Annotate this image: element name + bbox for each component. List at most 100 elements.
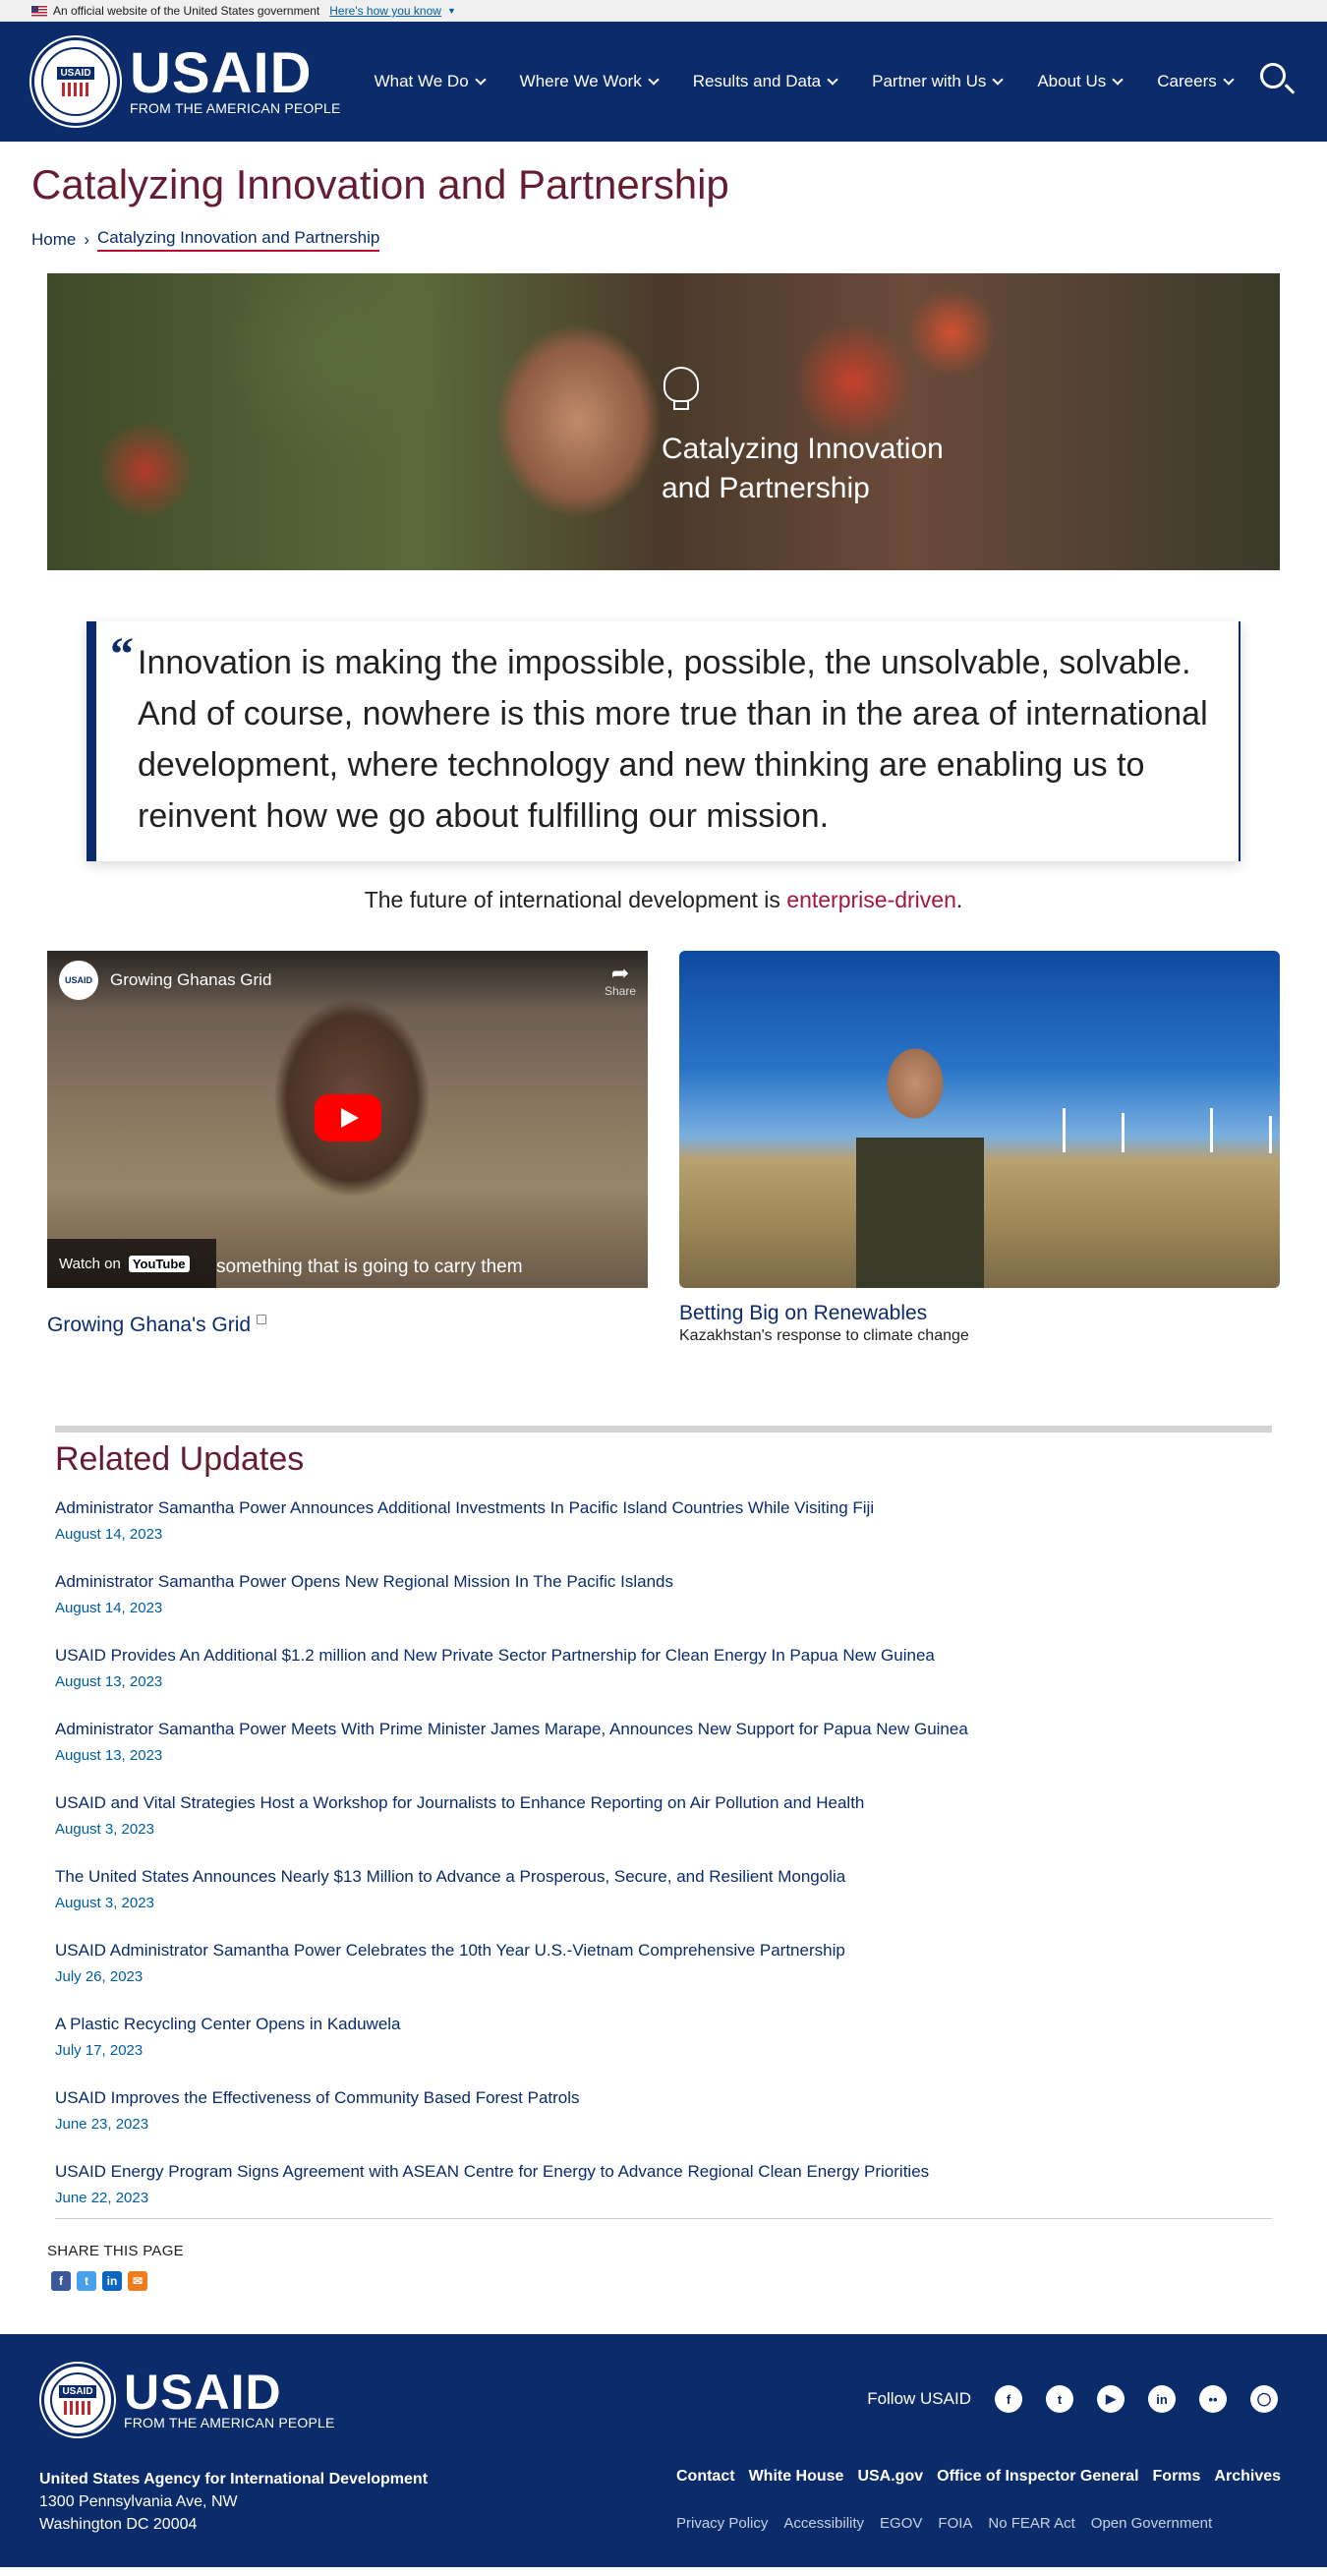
update-link[interactable]: USAID and Vital Strategies Host a Worksh… — [55, 1793, 864, 1812]
footer-link-open-government[interactable]: Open Government — [1091, 2515, 1212, 2532]
footer-link-accessibility[interactable]: Accessibility — [783, 2515, 864, 2532]
share-this-page-label: SHARE THIS PAGE — [47, 2243, 184, 2259]
nav-where-we-work[interactable]: Where We Work — [520, 72, 660, 91]
update-link[interactable]: USAID Administrator Samantha Power Celeb… — [55, 1941, 845, 1960]
update-link[interactable]: USAID Improves the Effectiveness of Comm… — [55, 2088, 580, 2107]
chevron-down-icon — [648, 74, 660, 86]
enterprise-driven-link[interactable]: enterprise-driven — [786, 887, 956, 912]
update-link[interactable]: Administrator Samantha Power Opens New R… — [55, 1572, 673, 1591]
twitter-icon[interactable]: t — [77, 2271, 96, 2291]
hero-line-2: and Partnership — [662, 472, 870, 504]
footer-logo-link[interactable]: USAID USAID FROM THE AMERICAN PEOPLE — [41, 2364, 335, 2436]
update-date: June 23, 2023 — [55, 2116, 149, 2133]
nav-partner-with-us[interactable]: Partner with Us — [872, 72, 1005, 91]
footer-link-oig[interactable]: Office of Inspector General — [937, 2468, 1138, 2486]
renewables-photo[interactable] — [679, 951, 1280, 1288]
home-logo-link[interactable]: USAID USAID FROM THE AMERICAN PEOPLE — [31, 37, 341, 126]
facebook-icon[interactable]: f — [995, 2385, 1022, 2413]
footer-link-privacy[interactable]: Privacy Policy — [676, 2515, 768, 2532]
follow-label: Follow USAID — [867, 2389, 971, 2408]
update-link[interactable]: USAID Provides An Additional $1.2 millio… — [55, 1646, 935, 1665]
nav-what-we-do[interactable]: What We Do — [375, 72, 487, 91]
youtube-logo-icon: YouTube — [128, 1255, 190, 1272]
breadcrumb-home[interactable]: Home — [31, 230, 76, 250]
update-date: August 3, 2023 — [55, 1895, 154, 1911]
watch-on-youtube-button[interactable]: Watch on YouTube — [47, 1239, 216, 1288]
footer-link-foia[interactable]: FOIA — [938, 2515, 972, 2532]
nav-careers[interactable]: Careers — [1157, 72, 1235, 91]
main-nav: What We Do Where We Work Results and Dat… — [375, 72, 1235, 91]
linkedin-icon[interactable]: in — [1148, 2385, 1176, 2413]
hero-line-1: Catalyzing Innovation — [662, 433, 944, 465]
address-line-2: Washington DC 20004 — [39, 2516, 198, 2533]
footer-link-contact[interactable]: Contact — [676, 2468, 735, 2486]
usaid-wordmark: USAID FROM THE AMERICAN PEOPLE — [124, 2368, 335, 2430]
chevron-down-icon — [1223, 74, 1235, 86]
update-date: August 14, 2023 — [55, 1600, 163, 1616]
photo-card: Betting Big on Renewables Kazakhstan's r… — [679, 951, 1280, 1345]
list-item: Administrator Samantha Power Meets With … — [55, 1720, 1272, 1764]
person-figure — [837, 1029, 994, 1288]
facebook-icon[interactable]: f — [51, 2271, 71, 2291]
footer-link-forms[interactable]: Forms — [1153, 2468, 1201, 2486]
search-icon[interactable] — [1258, 61, 1296, 98]
share-button[interactable]: ➦ Share — [605, 961, 636, 999]
wind-turbine-icon — [1063, 1108, 1066, 1152]
related-updates-heading: Related Updates — [55, 1440, 305, 1478]
linkedin-icon[interactable]: in — [102, 2271, 122, 2291]
agency-address: United States Agency for International D… — [39, 2468, 428, 2536]
chevron-down-icon — [827, 74, 838, 86]
footer-link-no-fear-act[interactable]: No FEAR Act — [988, 2515, 1074, 2532]
list-item: A Plastic Recycling Center Opens in Kadu… — [55, 2015, 1272, 2059]
heres-how-you-know-link[interactable]: Here's how you know — [329, 4, 441, 18]
chevron-down-icon: ▼ — [446, 6, 456, 16]
update-date: June 22, 2023 — [55, 2190, 149, 2206]
youtube-icon[interactable]: ▶ — [1097, 2385, 1125, 2413]
site-footer: USAID USAID FROM THE AMERICAN PEOPLE Fol… — [0, 2334, 1327, 2567]
email-icon[interactable]: ✉ — [128, 2271, 147, 2291]
nav-results-and-data[interactable]: Results and Data — [693, 72, 838, 91]
gov-banner: An official website of the United States… — [0, 0, 1327, 22]
list-item: Administrator Samantha Power Opens New R… — [55, 1572, 1272, 1616]
usaid-seal-icon: USAID — [41, 2364, 114, 2436]
update-link[interactable]: The United States Announces Nearly $13 M… — [55, 1867, 845, 1886]
external-link-icon — [257, 1315, 267, 1324]
play-button-icon[interactable] — [315, 1094, 381, 1142]
footer-link-white-house[interactable]: White House — [749, 2468, 844, 2486]
breadcrumb: Home › Catalyzing Innovation and Partner… — [31, 228, 1327, 252]
footer-link-egov[interactable]: EGOV — [880, 2515, 922, 2532]
video-title[interactable]: Growing Ghanas Grid — [110, 970, 271, 990]
seal-label: USAID — [57, 67, 94, 80]
us-flag-icon — [31, 5, 47, 17]
list-item: USAID Improves the Effectiveness of Comm… — [55, 2088, 1272, 2133]
growing-ghanas-grid-link[interactable]: Growing Ghana's Grid — [47, 1314, 648, 1337]
quote-text: Innovation is making the impossible, pos… — [138, 644, 1208, 835]
instagram-icon[interactable]: ◯ — [1250, 2385, 1278, 2413]
update-link[interactable]: Administrator Samantha Power Announces A… — [55, 1498, 874, 1517]
update-link[interactable]: Administrator Samantha Power Meets With … — [55, 1720, 968, 1738]
chevron-down-icon — [474, 74, 487, 86]
betting-big-link[interactable]: Betting Big on Renewables — [679, 1302, 1280, 1325]
twitter-icon[interactable]: t — [1046, 2385, 1073, 2413]
wind-turbine-icon — [1210, 1108, 1213, 1152]
channel-avatar[interactable]: USAID — [59, 961, 98, 1000]
update-date: August 13, 2023 — [55, 1747, 163, 1764]
pull-quote: “ Innovation is making the impossible, p… — [87, 621, 1240, 861]
logo-subtitle: FROM THE AMERICAN PEOPLE — [124, 2415, 335, 2430]
breadcrumb-current[interactable]: Catalyzing Innovation and Partnership — [97, 228, 380, 252]
nav-about-us[interactable]: About Us — [1037, 72, 1124, 91]
list-item: The United States Announces Nearly $13 M… — [55, 1867, 1272, 1911]
youtube-video-embed[interactable]: USAID Growing Ghanas Grid ➦ Share Watch … — [47, 951, 648, 1288]
breadcrumb-separator-icon: › — [84, 230, 90, 249]
update-link[interactable]: USAID Energy Program Signs Agreement wit… — [55, 2162, 929, 2181]
flickr-icon[interactable]: •• — [1199, 2385, 1227, 2413]
share-arrow-icon: ➦ — [610, 961, 630, 985]
wind-turbine-icon — [1122, 1113, 1125, 1152]
video-caption: something that is going to carry them — [216, 1257, 523, 1277]
video-top-bar: USAID Growing Ghanas Grid ➦ Share — [47, 951, 648, 1010]
footer-link-usa-gov[interactable]: USA.gov — [857, 2468, 923, 2486]
usaid-seal-icon: USAID — [31, 37, 120, 126]
update-date: August 3, 2023 — [55, 1821, 154, 1838]
update-link[interactable]: A Plastic Recycling Center Opens in Kadu… — [55, 2015, 401, 2033]
footer-link-archives[interactable]: Archives — [1214, 2468, 1281, 2486]
